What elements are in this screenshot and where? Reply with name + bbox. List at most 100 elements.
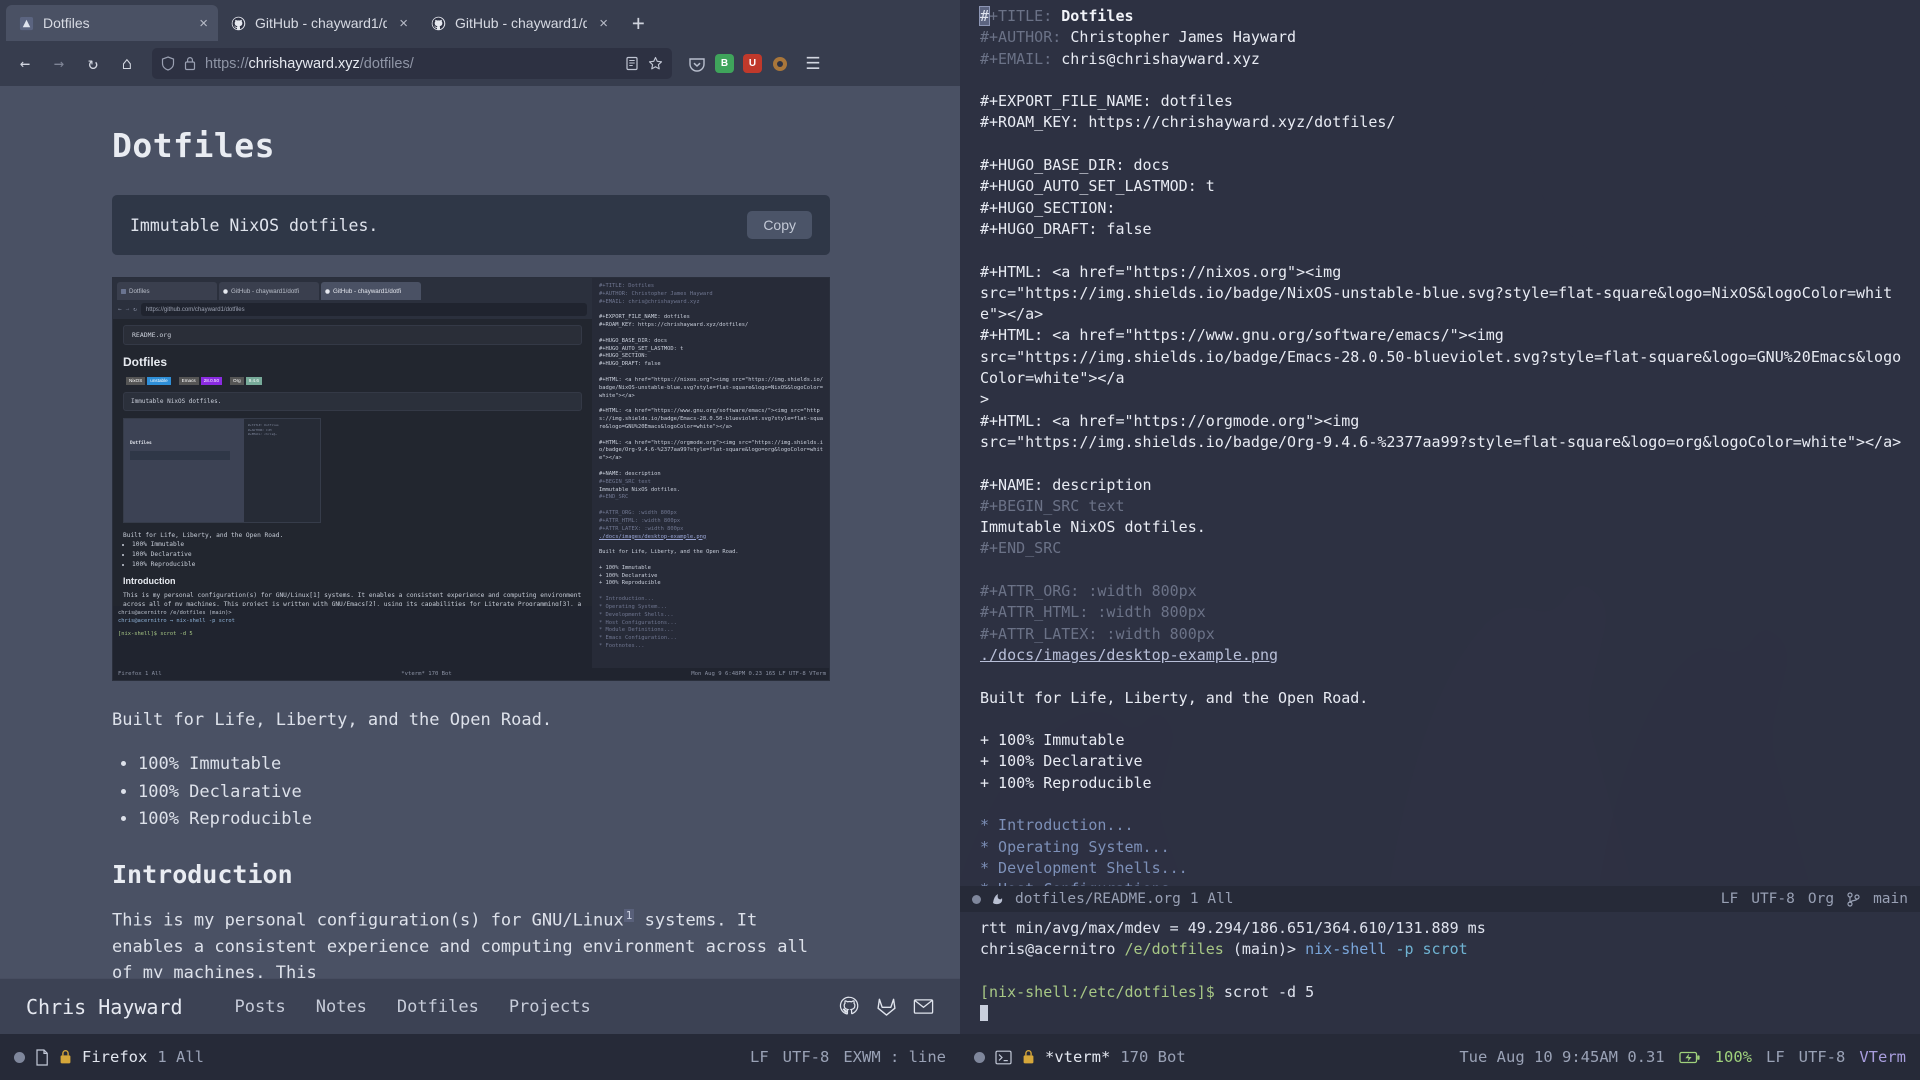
list-item: 100% Declarative — [132, 550, 582, 560]
screenshot-status-bar: Firefox 1 All *vterm* 170 Bot Mon Aug 9 … — [113, 668, 829, 680]
reload-button[interactable]: ↻ — [78, 49, 108, 79]
org-segment: #+END_SRC — [980, 539, 1062, 558]
status-encoding: UTF-8 — [1798, 1048, 1846, 1066]
site-brand[interactable]: Chris Hayward — [26, 995, 183, 1019]
vterm-buffer[interactable]: rtt min/avg/max/mdev = 49.294/186.651/36… — [960, 912, 1920, 1034]
bookmark-star-icon[interactable] — [648, 56, 663, 71]
org-line: * Development Shells... — [980, 858, 1906, 879]
org-segment: #+ATTR_HTML: :width 800px — [980, 603, 1206, 622]
gnome-shell-icon[interactable] — [771, 55, 789, 73]
footer-link-posts[interactable]: Posts — [235, 997, 286, 1017]
status-encoding: UTF-8 — [782, 1048, 830, 1066]
org-segment: #+HUGO_SECTION: — [980, 198, 1116, 217]
circle-icon — [974, 1051, 985, 1063]
gitlab-icon[interactable] — [876, 996, 897, 1017]
terminal-segment: rtt min/avg/max/mdev = 49.294/186.651/36… — [980, 919, 1486, 937]
org-segment: Immutable NixOS dotfiles. — [980, 518, 1206, 537]
copy-button[interactable]: Copy — [747, 211, 812, 239]
org-segment: #+NAME: description — [980, 475, 1152, 494]
ublock-origin-icon[interactable]: U — [743, 54, 762, 73]
browser-tab-github-1[interactable]: GitHub - chayward1/dotfi × — [218, 5, 418, 41]
url-bar[interactable]: https://chrishayward.xyz/dotfiles/ — [152, 48, 672, 79]
emacs-window: #+TITLE: Dotfiles #+AUTHOR: Christopher J… — [960, 0, 1920, 1034]
browser-tab-dotfiles[interactable]: Dotfiles × — [6, 5, 218, 41]
org-segment: src="https://img.shields.io/badge/Emacs-… — [980, 347, 1902, 388]
org-line: #+EMAIL: chris@chrishayward.xyz — [980, 49, 1906, 70]
footnote-ref[interactable]: 1 — [623, 908, 635, 922]
org-line: Built for Life, Liberty, and the Open Ro… — [980, 688, 1906, 709]
org-line: #+ROAM_KEY: https://chrishayward.xyz/dot… — [980, 112, 1906, 133]
org-segment: #+AUTHOR: — [980, 28, 1071, 47]
status-major-mode: EXWM : line — [843, 1048, 946, 1066]
terminal-segment: /e/dotfiles — [1124, 940, 1233, 959]
screenshot-org-extra: #+EXPORT_FILE_NAME: dotfiles #+ROAM_KEY:… — [599, 314, 749, 329]
page-content: Dotfiles Immutable NixOS dotfiles. Copy … — [0, 86, 960, 978]
footer-link-notes[interactable]: Notes — [316, 997, 367, 1017]
screenshot-tab: GitHub - chayward1/dotfi — [219, 282, 319, 300]
org-line: #+ATTR_LATEX: :width 800px — [980, 624, 1906, 645]
shield-icon[interactable] — [161, 56, 175, 71]
org-line: #+ATTR_HTML: :width 800px — [980, 602, 1906, 623]
tab-bar[interactable]: Dotfiles × GitHub - chayward1/dotfi × — [0, 0, 960, 41]
terminal-segment: -p scrot — [1395, 940, 1468, 959]
screenshot-org-title: #+TITLE: Dotfiles — [599, 283, 655, 289]
url-text[interactable]: https://chrishayward.xyz/dotfiles/ — [205, 56, 616, 72]
org-line: #+EXPORT_FILE_NAME: dotfiles — [980, 91, 1906, 112]
forward-button[interactable]: → — [44, 49, 74, 79]
app-menu-button[interactable]: ☰ — [798, 49, 828, 79]
org-segment: #+EMAIL: — [980, 49, 1062, 68]
terminal-cursor — [980, 1003, 1906, 1024]
reader-mode-icon[interactable] — [625, 56, 639, 71]
modeline-right-group: LF UTF-8 Org main — [1721, 891, 1908, 907]
browser-tab-github-2[interactable]: GitHub - chayward1/dotfi × — [418, 5, 618, 41]
status-right-group: Tue Aug 10 9:45AM 0.31 100% LF UTF-8 VTe… — [1459, 1048, 1906, 1066]
modeline-position: 1 All — [1189, 891, 1234, 907]
org-line: #+HTML: <a href="https://nixos.org"><img — [980, 262, 1906, 283]
github-icon — [430, 15, 447, 32]
github-icon — [230, 15, 247, 32]
tab-close-icon[interactable]: × — [199, 16, 208, 31]
new-tab-button[interactable]: + — [632, 11, 645, 35]
lock-icon[interactable] — [184, 56, 196, 71]
org-segment: #+ATTR_LATEX: :width 800px — [980, 624, 1215, 643]
tab-close-icon[interactable]: × — [399, 16, 408, 31]
org-line — [980, 560, 1906, 581]
org-segment: > — [980, 390, 990, 409]
home-button[interactable]: ⌂ — [112, 49, 142, 79]
terminal-line: chris@acernitro → nix-shell -p scrot — [118, 618, 235, 625]
org-buffer[interactable]: #+TITLE: Dotfiles #+AUTHOR: Christopher J… — [960, 0, 1920, 886]
status-bars: Firefox 1 All LF UTF-8 EXWM : line *vter… — [0, 1034, 1920, 1080]
org-segment: + 100% Reproducible — [980, 773, 1152, 792]
url-host: chrishayward.xyz — [248, 55, 360, 72]
pocket-icon[interactable] — [688, 55, 706, 73]
terminal-segment: chris@acernitro — [980, 940, 1125, 959]
url-path: /dotfiles/ — [359, 55, 414, 72]
terminal-segment: (main)> — [1232, 940, 1306, 959]
intro-text-pre: This is my personal configuration(s) for… — [112, 910, 624, 931]
list-item: 100% Reproducible — [138, 806, 960, 834]
github-icon[interactable] — [839, 996, 860, 1017]
terminal-line: chris@acernitro /e/dotfiles (main)> — [118, 610, 232, 616]
bitwarden-icon[interactable]: B — [715, 54, 734, 73]
tab-close-icon[interactable]: × — [599, 16, 608, 31]
circle-icon — [972, 894, 981, 904]
org-text-lines[interactable]: #+TITLE: Dotfiles #+AUTHOR: Christopher J… — [960, 6, 1920, 886]
intro-paragraph: This is my personal configuration(s) for… — [112, 907, 830, 978]
git-branch-icon — [1847, 891, 1860, 907]
footer-social-links — [839, 996, 934, 1017]
tab-title: GitHub - chayward1/dotfi — [455, 15, 588, 31]
org-segment: #+HTML: <a href="https://orgmode.org"><i… — [980, 411, 1360, 430]
footer-link-projects[interactable]: Projects — [509, 997, 591, 1017]
lock-icon — [59, 1049, 72, 1065]
footer-link-dotfiles[interactable]: Dotfiles — [397, 997, 479, 1017]
org-line: > — [980, 389, 1906, 410]
back-button[interactable]: ← — [10, 49, 40, 79]
org-segment: #+EXPORT_FILE_NAME: dotfiles — [980, 92, 1233, 111]
org-segment: #+HUGO_AUTO_SET_LASTMOD: t — [980, 177, 1215, 196]
screenshot-code-block: Immutable NixOS dotfiles. — [123, 392, 582, 411]
org-line — [980, 134, 1906, 155]
footer-nav: Posts Notes Dotfiles Projects — [235, 997, 591, 1017]
screenshot-page-title: Dotfiles — [123, 355, 168, 369]
org-segment: src="https://img.shields.io/badge/Org-9.… — [980, 432, 1902, 451]
mail-icon[interactable] — [913, 997, 934, 1016]
